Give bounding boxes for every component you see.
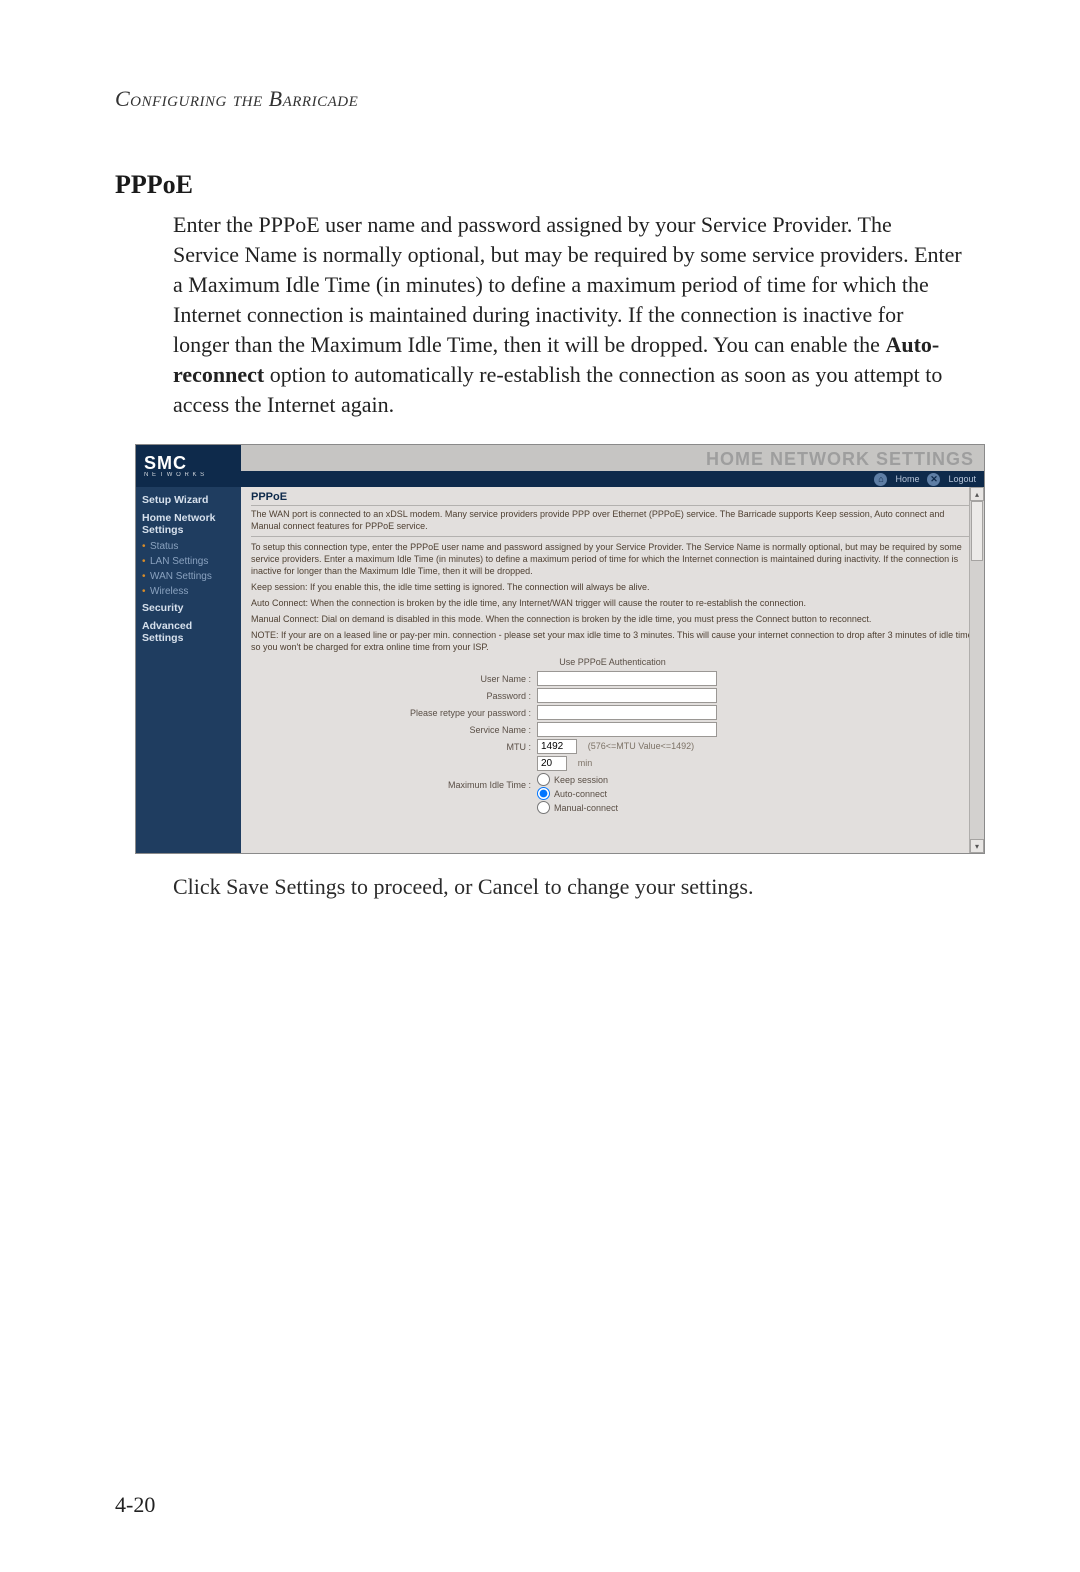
radio-manual-connect[interactable] xyxy=(537,801,550,814)
sidebar-item-status[interactable]: Status xyxy=(136,539,241,554)
sidebar-item-wireless[interactable]: Wireless xyxy=(136,584,241,599)
mtu-hint: (576<=MTU Value<=1492) xyxy=(588,741,694,751)
form-caption: Use PPPoE Authentication xyxy=(251,657,974,667)
label-idle: Maximum Idle Time : xyxy=(251,780,537,790)
logo-text: SMC xyxy=(144,454,241,472)
footer-instruction: Click Save Settings to proceed, or Cance… xyxy=(173,872,963,902)
radio-keep-text: Keep session xyxy=(554,775,608,785)
sidebar-item-lan[interactable]: LAN Settings xyxy=(136,554,241,569)
scroll-track[interactable] xyxy=(970,501,984,839)
scroll-up-icon[interactable]: ▴ xyxy=(970,487,984,501)
input-retype-password[interactable] xyxy=(537,705,717,720)
label-retype: Please retype your password : xyxy=(251,708,537,718)
sidebar-home-network[interactable]: Home Network Settings xyxy=(136,509,241,539)
router-screenshot: SMC N E T W O R K S HOME NETWORK SETTING… xyxy=(135,444,985,854)
sidebar: Setup Wizard Home Network Settings Statu… xyxy=(136,487,241,853)
panel-desc-3: Keep session: If you enable this, the id… xyxy=(251,581,974,593)
input-mtu[interactable] xyxy=(537,739,577,754)
sidebar-security[interactable]: Security xyxy=(136,599,241,617)
form-area: Use PPPoE Authentication User Name : Pas… xyxy=(251,657,974,814)
footer-mid: to proceed, or xyxy=(345,874,478,899)
panel-desc-2: To setup this connection type, enter the… xyxy=(251,541,974,577)
scroll-thumb[interactable] xyxy=(971,501,983,561)
radio-manual-connect-label[interactable]: Manual-connect xyxy=(537,801,618,814)
label-username: User Name : xyxy=(251,674,537,684)
running-head: Configuring the Barricade xyxy=(115,86,965,112)
label-service: Service Name : xyxy=(251,725,537,735)
tab-home[interactable]: Home xyxy=(895,474,919,484)
panel-desc-5: Manual Connect: Dial on demand is disabl… xyxy=(251,613,974,625)
radio-auto-connect-label[interactable]: Auto-connect xyxy=(537,787,618,800)
radio-auto-text: Auto-connect xyxy=(554,789,607,799)
divider xyxy=(251,536,974,537)
top-tabs: ⌂ Home ✕ Logout xyxy=(241,471,984,487)
para-lead: Enter the PPPoE user name and password a… xyxy=(173,212,962,357)
scroll-down-icon[interactable]: ▾ xyxy=(970,839,984,853)
panel-desc-6: NOTE: If your are on a leased line or pa… xyxy=(251,629,974,653)
input-service-name[interactable] xyxy=(537,722,717,737)
sidebar-setup-wizard[interactable]: Setup Wizard xyxy=(136,491,241,509)
home-icon[interactable]: ⌂ xyxy=(874,473,887,486)
panel-desc-4: Auto Connect: When the connection is bro… xyxy=(251,597,974,609)
input-max-idle[interactable] xyxy=(537,756,567,771)
radio-keep-session[interactable] xyxy=(537,773,550,786)
sidebar-advanced[interactable]: Advanced Settings xyxy=(136,617,241,647)
footer-lead: Click xyxy=(173,874,226,899)
label-mtu: MTU : xyxy=(251,742,537,752)
idle-unit: min xyxy=(578,758,593,768)
top-bar: SMC N E T W O R K S HOME NETWORK SETTING… xyxy=(136,445,984,487)
input-password[interactable] xyxy=(537,688,717,703)
label-password: Password : xyxy=(251,691,537,701)
radio-keep-session-label[interactable]: Keep session xyxy=(537,773,618,786)
sidebar-item-wan[interactable]: WAN Settings xyxy=(136,569,241,584)
section-title: PPPoE xyxy=(115,170,965,200)
footer-b1: Save Settings xyxy=(226,874,345,899)
radio-manual-text: Manual-connect xyxy=(554,803,618,813)
radio-auto-connect[interactable] xyxy=(537,787,550,800)
page-number: 4-20 xyxy=(115,1492,155,1518)
page-banner-title: HOME NETWORK SETTINGS xyxy=(241,445,984,471)
panel-desc-1: The WAN port is connected to an xDSL mod… xyxy=(251,508,974,532)
vertical-scrollbar[interactable]: ▴ ▾ xyxy=(969,487,984,853)
para-tail: option to automatically re-establish the… xyxy=(173,362,942,417)
tab-logout[interactable]: Logout xyxy=(948,474,976,484)
footer-b2: Cancel xyxy=(478,874,539,899)
intro-paragraph: Enter the PPPoE user name and password a… xyxy=(173,210,963,420)
footer-tail: to change your settings. xyxy=(539,874,753,899)
content-panel: PPPoE The WAN port is connected to an xD… xyxy=(241,487,984,853)
logo-subtext: N E T W O R K S xyxy=(144,472,241,478)
panel-title: PPPoE xyxy=(251,491,974,506)
logo-box: SMC N E T W O R K S xyxy=(136,445,241,487)
input-username[interactable] xyxy=(537,671,717,686)
logout-icon[interactable]: ✕ xyxy=(927,473,940,486)
connect-mode-radios: Keep session Auto-connect Manual-connect xyxy=(537,773,618,814)
